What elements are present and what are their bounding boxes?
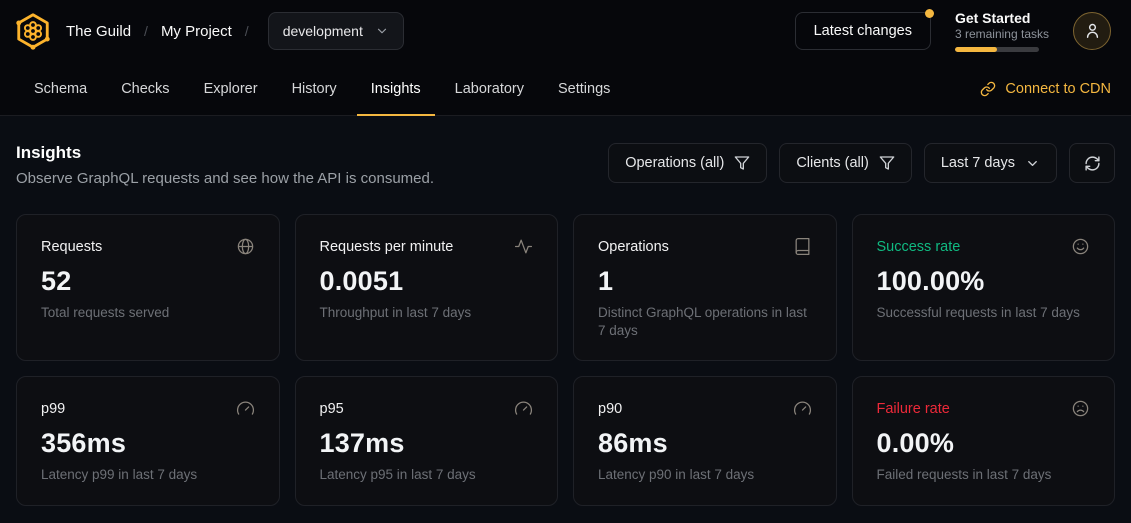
filter-icon (879, 155, 895, 171)
page-subtitle: Observe GraphQL requests and see how the… (16, 170, 434, 187)
target-selector-value: development (283, 23, 363, 39)
card-value: 0.00% (877, 428, 1091, 459)
connect-cdn-label: Connect to CDN (1005, 81, 1111, 97)
filter-icon (734, 155, 750, 171)
frown-icon (1071, 399, 1090, 418)
card-value: 0.0051 (320, 266, 534, 297)
get-started-progress-track (955, 47, 1039, 52)
get-started-title: Get Started (955, 10, 1049, 27)
stat-card-failure-rate: Failure rate 0.00% Failed requests in la… (852, 376, 1116, 505)
connect-cdn-link[interactable]: Connect to CDN (980, 81, 1111, 97)
tab-laboratory[interactable]: Laboratory (441, 62, 538, 115)
guild-logo-icon[interactable] (14, 12, 52, 50)
tab-checks[interactable]: Checks (107, 62, 183, 115)
stats-grid: Requests 52 Total requests served Reques… (16, 214, 1115, 506)
card-description: Total requests served (41, 304, 255, 322)
card-title: Operations (598, 239, 669, 255)
smile-icon (1071, 237, 1090, 256)
avatar[interactable] (1073, 12, 1111, 50)
card-title: p90 (598, 401, 622, 417)
card-title: Success rate (877, 239, 961, 255)
stat-card-requests-per-minute: Requests per minute 0.0051 Throughput in… (295, 214, 559, 361)
stat-card-p95: p95 137ms Latency p95 in last 7 days (295, 376, 559, 505)
stat-card-p99: p99 356ms Latency p99 in last 7 days (16, 376, 280, 505)
stat-card-p90: p90 86ms Latency p90 in last 7 days (573, 376, 837, 505)
nav-tabs-bar: Schema Checks Explorer History Insights … (0, 62, 1131, 116)
card-description: Latency p99 in last 7 days (41, 466, 255, 484)
card-description: Latency p95 in last 7 days (320, 466, 534, 484)
breadcrumb-org[interactable]: The Guild (66, 23, 131, 40)
operations-filter-button[interactable]: Operations (all) (608, 143, 767, 183)
clients-filter-button[interactable]: Clients (all) (779, 143, 912, 183)
card-title: p95 (320, 401, 344, 417)
card-description: Distinct GraphQL operations in last 7 da… (598, 304, 812, 340)
card-value: 1 (598, 266, 812, 297)
page-title: Insights (16, 143, 434, 163)
card-description: Latency p90 in last 7 days (598, 466, 812, 484)
activity-icon (514, 237, 533, 256)
notification-dot (925, 9, 934, 18)
card-title: p99 (41, 401, 65, 417)
gauge-icon (514, 399, 533, 418)
stat-card-success-rate: Success rate 100.00% Successful requests… (852, 214, 1116, 361)
book-icon (793, 237, 812, 256)
card-description: Successful requests in last 7 days (877, 304, 1091, 322)
stat-card-operations: Operations 1 Distinct GraphQL operations… (573, 214, 837, 361)
latest-changes-label: Latest changes (814, 23, 912, 39)
chevron-down-icon (375, 24, 389, 38)
top-bar: The Guild / My Project / development Lat… (0, 0, 1131, 62)
latest-changes-button[interactable]: Latest changes (795, 12, 931, 50)
card-value: 356ms (41, 428, 255, 459)
get-started-progress-fill (955, 47, 997, 52)
clients-filter-label: Clients (all) (796, 155, 869, 171)
period-select-value: Last 7 days (941, 155, 1015, 171)
breadcrumb-project[interactable]: My Project (161, 23, 232, 40)
card-title: Requests (41, 239, 102, 255)
card-value: 86ms (598, 428, 812, 459)
period-select[interactable]: Last 7 days (924, 143, 1057, 183)
get-started-widget[interactable]: Get Started 3 remaining tasks (955, 10, 1049, 53)
tab-explorer[interactable]: Explorer (190, 62, 272, 115)
breadcrumb-separator: / (245, 23, 249, 39)
card-title: Failure rate (877, 401, 950, 417)
target-selector[interactable]: development (268, 12, 404, 50)
link-icon (980, 81, 996, 97)
tab-history[interactable]: History (278, 62, 351, 115)
chevron-down-icon (1025, 156, 1040, 171)
card-value: 100.00% (877, 266, 1091, 297)
gauge-icon (793, 399, 812, 418)
refresh-button[interactable] (1069, 143, 1115, 183)
tab-insights[interactable]: Insights (357, 62, 435, 115)
card-description: Failed requests in last 7 days (877, 466, 1091, 484)
stat-card-requests: Requests 52 Total requests served (16, 214, 280, 361)
get-started-subtitle: 3 remaining tasks (955, 27, 1049, 41)
card-value: 137ms (320, 428, 534, 459)
card-title: Requests per minute (320, 239, 454, 255)
gauge-icon (236, 399, 255, 418)
user-icon (1083, 21, 1102, 40)
tab-schema[interactable]: Schema (20, 62, 101, 115)
tab-settings[interactable]: Settings (544, 62, 624, 115)
globe-icon (236, 237, 255, 256)
card-value: 52 (41, 266, 255, 297)
insights-page: Insights Observe GraphQL requests and se… (0, 143, 1131, 506)
operations-filter-label: Operations (all) (625, 155, 724, 171)
card-description: Throughput in last 7 days (320, 304, 534, 322)
refresh-icon (1084, 155, 1101, 172)
breadcrumb-separator: / (144, 23, 148, 39)
